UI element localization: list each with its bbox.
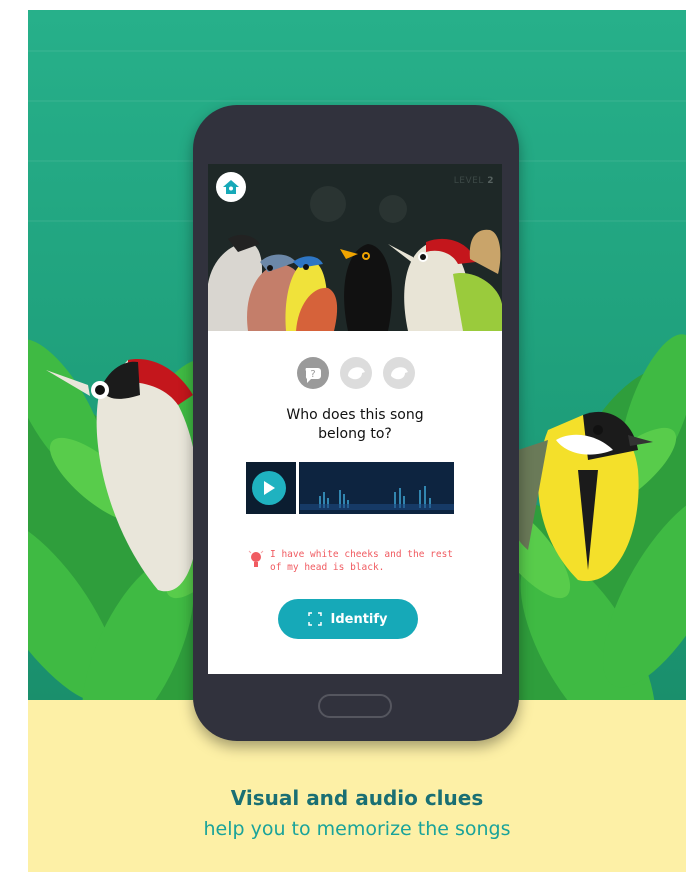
bird-clue-icon (340, 357, 372, 389)
tagline-subtitle: help you to memorize the songs (203, 818, 511, 840)
level-indicator: LEVEL 2 (454, 176, 494, 186)
level-number: 2 (487, 176, 494, 186)
playhead (296, 462, 299, 514)
bird-clue-icon-2 (383, 357, 415, 389)
bird-group-illustration (208, 164, 502, 331)
spectrogram (300, 462, 454, 514)
birds-header-illustration: LEVEL 2 (208, 164, 502, 331)
tagline-title: Visual and audio clues (230, 786, 484, 810)
hint: I have white cheeks and the rest of my h… (248, 548, 478, 582)
question-line-1: Who does this song (286, 407, 424, 423)
app-store-screenshot: Visual and audio clues help you to memor… (0, 0, 696, 872)
birdhouse-home-icon (223, 180, 239, 194)
phone-screen: LEVEL 2 ? Who does this song belong to? … (208, 164, 502, 674)
question-text: Who does this song belong to? (208, 406, 502, 444)
question-line-2: belong to? (318, 426, 392, 442)
phone-frame: LEVEL 2 ? Who does this song belong to? … (193, 105, 519, 741)
identify-button[interactable]: Identify (278, 599, 418, 639)
scan-frame-icon (308, 612, 323, 626)
audio-player (246, 462, 454, 514)
hint-line-1: I have white cheeks and the rest (270, 549, 454, 560)
level-label: LEVEL (453, 176, 484, 186)
hint-text: I have white cheeks and the rest of my h… (270, 548, 453, 574)
play-icon (264, 481, 275, 495)
identify-label: Identify (330, 611, 388, 627)
sound-clue-icon: ? (297, 357, 329, 389)
lightbulb-icon (248, 550, 264, 567)
clue-progress: ? (297, 357, 415, 389)
hint-line-2: of my head is black. (270, 562, 385, 573)
phone-home-button[interactable] (318, 694, 392, 718)
play-button[interactable] (252, 471, 286, 505)
svg-text:?: ? (310, 369, 315, 380)
home-button[interactable] (216, 172, 246, 202)
